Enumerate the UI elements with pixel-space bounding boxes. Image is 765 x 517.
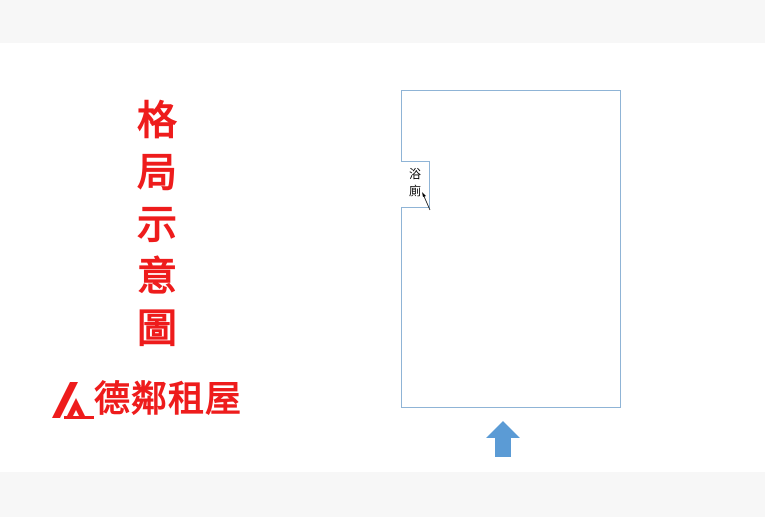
floorplan-outline — [401, 90, 621, 408]
title-char: 格 — [137, 98, 177, 144]
title-char: 圖 — [137, 306, 177, 352]
logo-mark-icon — [52, 382, 94, 419]
door-swing-icon — [422, 192, 431, 211]
brand-logo: 德鄰租屋 — [52, 379, 242, 421]
title-char: 意 — [137, 254, 177, 300]
entrance-arrow-icon — [486, 421, 520, 457]
title-char: 示 — [137, 202, 177, 248]
brand-name: 德鄰租屋 — [94, 379, 243, 420]
title-char: 局 — [137, 150, 177, 196]
page-title: 格 局 示 意 圖 — [132, 95, 182, 355]
bathroom-label-char: 浴 — [408, 167, 421, 181]
